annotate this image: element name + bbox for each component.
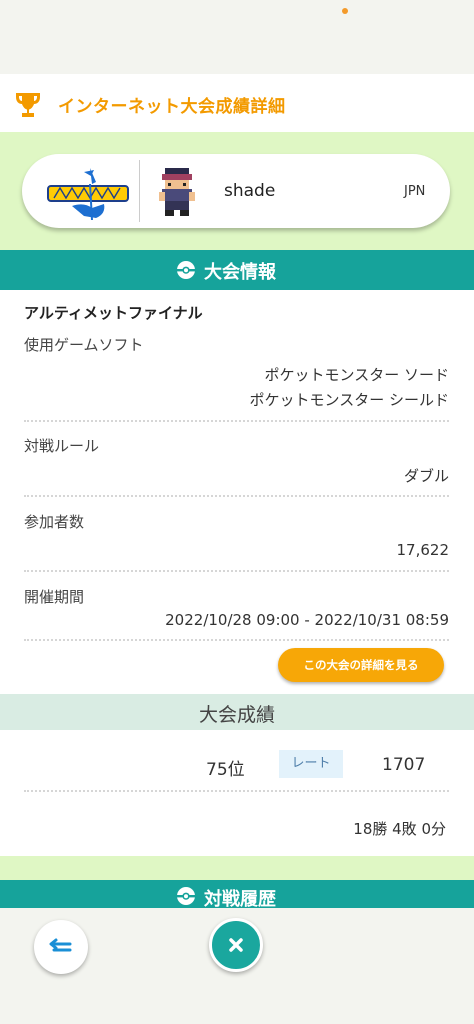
page-title: インターネット大会成績詳細 — [58, 97, 286, 117]
pokeball-icon — [177, 887, 195, 905]
player-card: shade JPN — [22, 154, 450, 228]
competition-details-button[interactable]: この大会の詳細を見る — [278, 648, 444, 682]
pokeball-icon — [177, 261, 195, 279]
software-value-shield: ポケットモンスター シールド — [249, 391, 449, 409]
player-country: JPN — [404, 184, 426, 199]
indicator-dot — [342, 8, 348, 14]
card-divider — [139, 160, 140, 222]
section-spacer — [0, 856, 474, 880]
software-label: 使用ゲームソフト — [24, 336, 144, 354]
win-loss-record: 18勝 4敗 0分 — [353, 820, 446, 838]
section-title-battle-history: 対戦履歴 — [204, 889, 276, 908]
section-header-battle-history[interactable]: 対戦履歴 — [0, 880, 474, 908]
period-value: 2022/10/28 09:00 - 2022/10/31 08:59 — [165, 611, 449, 629]
participants-value: 17,622 — [396, 541, 450, 559]
rule-label: 対戦ルール — [24, 437, 100, 455]
section-title-results: 大会成績 — [198, 704, 275, 726]
rule-value: ダブル — [403, 467, 449, 485]
competition-name: アルティメットファイナル — [24, 304, 203, 322]
rating-value: 1707 — [382, 755, 426, 775]
participants-label: 参加者数 — [24, 513, 85, 531]
close-button[interactable] — [209, 918, 263, 972]
section-title-info: 大会情報 — [204, 262, 276, 283]
trainer-avatar-icon — [159, 168, 195, 216]
divider — [24, 639, 449, 641]
player-name: shade — [224, 181, 276, 201]
back-button[interactable] — [34, 920, 88, 974]
divider — [24, 790, 449, 792]
pokemon-sword-logo — [47, 168, 129, 221]
section-header-info: 大会情報 — [0, 250, 474, 290]
back-arrow-icon — [49, 938, 72, 952]
period-label: 開催期間 — [24, 588, 85, 606]
divider — [24, 495, 449, 497]
screen: インターネット大会成績詳細 shade JPN 大会情報 アルティメットファイナ… — [0, 0, 474, 1024]
divider — [24, 420, 449, 422]
section-header-results: 大会成績 — [0, 694, 474, 730]
page-header: インターネット大会成績詳細 — [0, 74, 474, 132]
software-value-sword: ポケットモンスター ソード — [264, 366, 449, 384]
rate-badge: レート — [279, 750, 343, 778]
status-area — [0, 0, 474, 74]
rank-value: 75位 — [206, 760, 245, 780]
trophy-icon — [16, 93, 40, 117]
close-icon — [229, 938, 243, 952]
divider — [24, 570, 449, 572]
